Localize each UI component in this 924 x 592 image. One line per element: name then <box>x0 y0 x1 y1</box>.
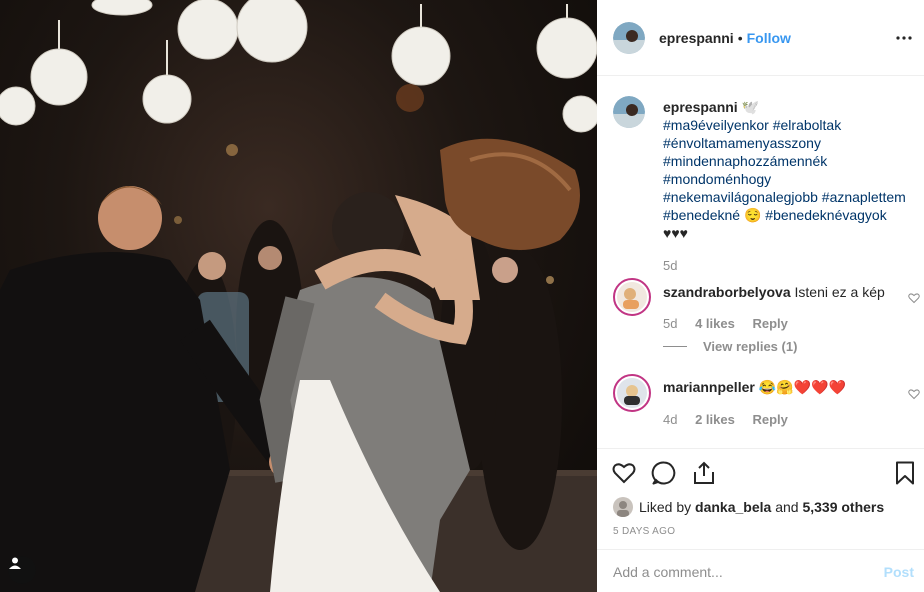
commenter-avatar[interactable] <box>613 278 651 319</box>
follow-button[interactable]: Follow <box>747 30 791 46</box>
wedding-photo <box>0 0 597 592</box>
comment-author[interactable]: szandraborbelyova <box>663 284 791 300</box>
post-time-ago[interactable]: 5 DAYS AGO <box>613 526 675 537</box>
comment-icon[interactable] <box>651 460 677 486</box>
caption-line[interactable]: #énvoltamamenyasszony <box>663 135 821 151</box>
replies-line <box>663 346 687 347</box>
view-replies-label[interactable]: View replies (1) <box>703 339 797 354</box>
liker-avatar[interactable] <box>613 497 633 517</box>
bookmark-icon[interactable] <box>892 460 918 486</box>
comment-content: 😂🤗❤️❤️❤️ <box>758 379 846 395</box>
view-replies[interactable]: View replies (1) <box>663 339 797 354</box>
caption-line[interactable]: #nekemavilágonalegjobb #aznaplettem <box>663 189 906 205</box>
caption-author[interactable]: eprespanni <box>663 99 738 115</box>
likes-summary: Liked by danka_bela and 5,339 others <box>613 497 884 517</box>
author-avatar[interactable] <box>613 21 645 54</box>
caption-line[interactable]: #mindennaphozzámennék <box>663 153 827 169</box>
comment-content: Isteni ez a kép <box>794 284 885 300</box>
add-comment-bar: Post <box>597 549 924 592</box>
post-actions: Liked by danka_bela and 5,339 others 5 D… <box>597 448 924 592</box>
post-comment-button[interactable]: Post <box>884 564 914 580</box>
comments-section[interactable]: eprespanni 🕊️ #ma9éveilyenkor #elrabolta… <box>597 76 924 448</box>
user-tag-icon[interactable] <box>8 556 36 584</box>
heart-icon[interactable] <box>611 460 637 486</box>
likes-prefix: Liked by <box>639 499 692 515</box>
liker-username[interactable]: danka_bela <box>695 499 771 515</box>
comment-time[interactable]: 5d <box>663 316 677 331</box>
comment-like-icon[interactable] <box>908 388 920 400</box>
caption-time[interactable]: 5d <box>663 258 677 273</box>
comment-input[interactable] <box>613 562 863 582</box>
separator-dot: • <box>737 29 743 46</box>
caption-avatar[interactable] <box>613 96 645 128</box>
caption-text: eprespanni 🕊️ #ma9éveilyenkor #elrabolta… <box>663 98 923 242</box>
post-photo[interactable] <box>0 0 597 592</box>
comment-text: mariannpeller 😂🤗❤️❤️❤️ <box>663 378 923 396</box>
author-username[interactable]: eprespanni <box>659 30 734 46</box>
likes-others-link[interactable]: 5,339 others <box>802 499 884 515</box>
comment-text: szandraborbelyova Isteni ez a kép <box>663 283 923 301</box>
comment-like-icon[interactable] <box>908 292 920 304</box>
comment-likes[interactable]: 4 likes <box>695 316 735 331</box>
caption-line[interactable]: #ma9éveilyenkor #elraboltak <box>663 117 841 133</box>
share-icon[interactable] <box>691 460 717 486</box>
reply-button[interactable]: Reply <box>752 412 787 427</box>
comment-likes[interactable]: 2 likes <box>695 412 735 427</box>
comment-time[interactable]: 4d <box>663 412 677 427</box>
caption-line: ♥♥♥ <box>663 225 688 241</box>
comment-meta: 4d 2 likes Reply <box>663 412 788 427</box>
post-sidebar: eprespanni • Follow eprespanni 🕊️ #ma9év… <box>597 0 924 592</box>
comment-author[interactable]: mariannpeller <box>663 379 755 395</box>
more-dots-icon[interactable] <box>896 30 912 46</box>
reply-button[interactable]: Reply <box>752 316 787 331</box>
post-header: eprespanni • Follow <box>597 0 924 76</box>
caption-line[interactable]: #mondoménhogy <box>663 171 771 187</box>
commenter-avatar[interactable] <box>613 374 651 415</box>
likes-middle: and <box>775 499 799 515</box>
caption-emoji: 🕊️ <box>741 99 760 115</box>
caption-line[interactable]: #benedekné 😌 #benedeknévagyok <box>663 207 887 223</box>
comment-meta: 5d 4 likes Reply <box>663 316 788 331</box>
